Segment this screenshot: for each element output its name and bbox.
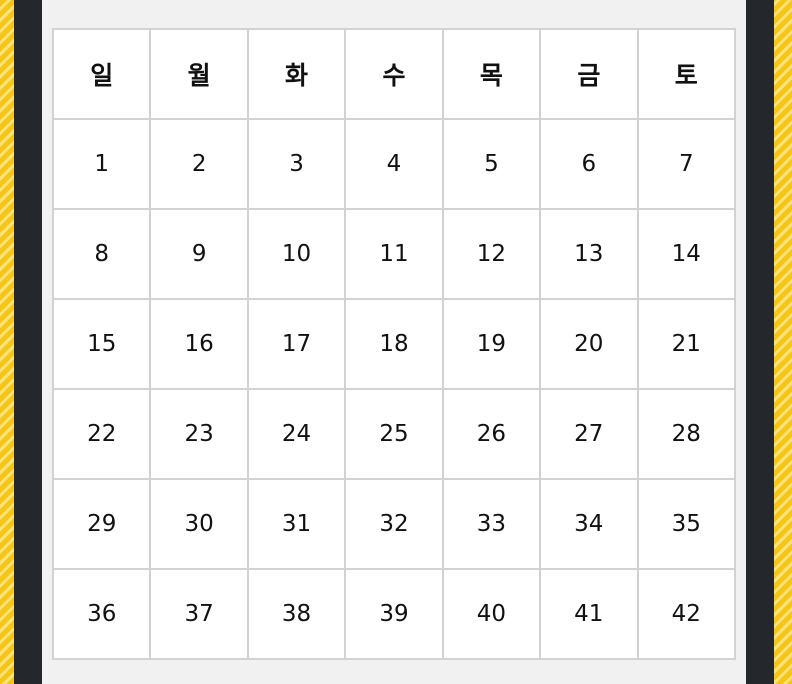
- week-row-4: 22 23 24 25 26 27 28: [51, 388, 737, 480]
- day-cell[interactable]: 15: [51, 298, 152, 390]
- day-cell[interactable]: 6: [539, 118, 639, 210]
- day-cell[interactable]: 27: [539, 388, 639, 480]
- day-cell[interactable]: 11: [344, 208, 444, 300]
- day-cell[interactable]: 10: [246, 208, 347, 300]
- weekday-thursday: 목: [441, 28, 542, 120]
- day-cell[interactable]: 35: [636, 478, 737, 570]
- calendar-grid: 일 월 화 수 목 금 토 1 2 3 4 5 6 7 8 9 10 11 12…: [51, 28, 737, 660]
- day-cell[interactable]: 42: [636, 568, 737, 660]
- day-cell[interactable]: 39: [344, 568, 444, 660]
- day-cell[interactable]: 16: [149, 298, 249, 390]
- day-cell[interactable]: 4: [344, 118, 444, 210]
- weekday-wednesday: 수: [344, 28, 444, 120]
- day-cell[interactable]: 14: [636, 208, 737, 300]
- day-cell[interactable]: 24: [246, 388, 347, 480]
- day-cell[interactable]: 26: [441, 388, 542, 480]
- day-cell[interactable]: 41: [539, 568, 639, 660]
- week-row-5: 29 30 31 32 33 34 35: [51, 478, 737, 570]
- week-row-1: 1 2 3 4 5 6 7: [51, 118, 737, 210]
- week-row-6: 36 37 38 39 40 41 42: [51, 568, 737, 660]
- day-cell[interactable]: 22: [51, 388, 152, 480]
- day-cell[interactable]: 12: [441, 208, 542, 300]
- day-cell[interactable]: 19: [441, 298, 542, 390]
- day-cell[interactable]: 8: [51, 208, 152, 300]
- weekday-monday: 월: [149, 28, 249, 120]
- weekday-tuesday: 화: [246, 28, 347, 120]
- day-cell[interactable]: 2: [149, 118, 249, 210]
- day-cell[interactable]: 40: [441, 568, 542, 660]
- day-cell[interactable]: 36: [51, 568, 152, 660]
- week-row-3: 15 16 17 18 19 20 21: [51, 298, 737, 390]
- weekday-friday: 금: [539, 28, 639, 120]
- day-cell[interactable]: 29: [51, 478, 152, 570]
- day-cell[interactable]: 23: [149, 388, 249, 480]
- day-cell[interactable]: 3: [246, 118, 347, 210]
- day-cell[interactable]: 5: [441, 118, 542, 210]
- day-cell[interactable]: 7: [636, 118, 737, 210]
- day-cell[interactable]: 33: [441, 478, 542, 570]
- day-cell[interactable]: 31: [246, 478, 347, 570]
- day-cell[interactable]: 17: [246, 298, 347, 390]
- day-cell[interactable]: 18: [344, 298, 444, 390]
- weekday-sunday: 일: [51, 28, 152, 120]
- day-cell[interactable]: 13: [539, 208, 639, 300]
- day-cell[interactable]: 21: [636, 298, 737, 390]
- day-cell[interactable]: 28: [636, 388, 737, 480]
- day-cell[interactable]: 1: [51, 118, 152, 210]
- day-cell[interactable]: 20: [539, 298, 639, 390]
- week-row-2: 8 9 10 11 12 13 14: [51, 208, 737, 300]
- day-cell[interactable]: 30: [149, 478, 249, 570]
- day-cell[interactable]: 9: [149, 208, 249, 300]
- day-cell[interactable]: 37: [149, 568, 249, 660]
- day-cell[interactable]: 32: [344, 478, 444, 570]
- day-cell[interactable]: 34: [539, 478, 639, 570]
- day-cell[interactable]: 38: [246, 568, 347, 660]
- day-cell[interactable]: 25: [344, 388, 444, 480]
- weekday-header-row: 일 월 화 수 목 금 토: [51, 28, 737, 120]
- weekday-saturday: 토: [636, 28, 737, 120]
